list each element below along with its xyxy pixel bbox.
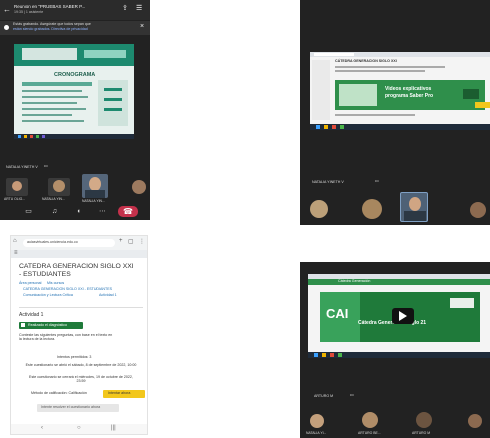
activity-title: Actividad 1 [19, 312, 44, 318]
course-title-1: CATEDRA GENERACION SIGLO XXI [19, 263, 134, 270]
back-arrow-icon[interactable]: ← [3, 5, 11, 14]
q2-more-options-icon[interactable]: ••• [375, 179, 379, 184]
q2-shared-screen: CÁTEDRA GENERACION SIGLO XXI Videos expl… [310, 52, 490, 130]
participant-thumb-2[interactable] [48, 178, 70, 196]
nav-recent-icon[interactable]: ||| [111, 425, 116, 431]
participant-avatar-4[interactable] [132, 180, 146, 194]
slide-title: CRONOGRAMA [54, 72, 96, 78]
start-attempt-label: Intentar ahora [108, 391, 131, 395]
q2-banner-title-1: Videos explicativos [385, 86, 432, 92]
q1-teams-call: ← Reunión en "PRUEBAS SABER P... 19:35 |… [0, 0, 150, 220]
q4-participant-name-2: ARTURO BE... [358, 431, 381, 435]
url-bar[interactable]: aulasvirtuales.uniciencia.edu.co [23, 239, 115, 247]
hamburger-icon[interactable]: ≡ [14, 250, 18, 256]
q4-participant-1[interactable] [310, 414, 324, 428]
done-badge-label: Realizado el diagnóstico [28, 322, 67, 327]
record-icon [4, 25, 9, 30]
browser-menu-icon[interactable]: ⋮ [139, 238, 145, 245]
q1-speaker-name: NATALIA YINETH V [6, 165, 38, 169]
q2-teams-desktop: CÁTEDRA GENERACION SIGLO XXI Videos expl… [300, 0, 490, 225]
android-nav: ‹ ○ ||| [11, 424, 147, 434]
recording-banner-line2[interactable]: están siendo grabados. Directiva de priv… [13, 27, 88, 32]
more-options-icon[interactable]: ••• [44, 164, 48, 169]
hangup-button[interactable]: ☎ [118, 206, 138, 217]
q2-participant-4[interactable] [470, 202, 486, 218]
participant-thumb-1[interactable] [6, 178, 28, 196]
breadcrumb-2[interactable]: Mis cursos [47, 281, 64, 286]
hangup-icon: ☎ [123, 207, 133, 216]
q4-participant-2[interactable] [362, 412, 378, 428]
quiz-closes: Este cuestionario se cerrará el miércole… [29, 375, 133, 383]
q4-speaker-name: ARTURO M [314, 394, 334, 398]
speaker-icon[interactable]: ◖ [74, 208, 83, 215]
meeting-subtitle: 19:35 | 1 asistente [14, 10, 44, 14]
q2-participant-2[interactable] [362, 199, 382, 219]
q2-participant-1[interactable] [310, 200, 328, 218]
q4-participant-name-3: ARTURO M [412, 431, 431, 435]
q4-banner-small: Cátedra Generación [338, 279, 371, 283]
nav-home-icon[interactable]: ○ [77, 425, 81, 431]
q2-page-heading: CÁTEDRA GENERACION SIGLO XXI [335, 59, 397, 63]
q4-teams-video: Cátedra Generación CAI Cátedra Generació… [300, 262, 490, 438]
camera-icon[interactable]: ▭ [24, 208, 33, 215]
q4-more-options-icon[interactable]: ••• [350, 393, 354, 398]
q2-video-banner[interactable]: Videos explicativos programa Saber Pro [335, 80, 485, 110]
q3-moodle-page: ⌂ aulasvirtuales.uniciencia.edu.co + ▢ ⋮… [10, 235, 148, 435]
home-icon[interactable]: ⌂ [13, 238, 17, 244]
done-badge: Realizado el diagnóstico [19, 322, 83, 329]
q4-shared-screen: Cátedra Generación CAI Cátedra Generació… [308, 274, 490, 358]
q3-browser-bar: ⌂ aulasvirtuales.uniciencia.edu.co + ▢ ⋮ [11, 236, 147, 250]
q4-participant-3[interactable] [416, 412, 432, 428]
mic-icon[interactable]: ♫ [50, 208, 59, 215]
play-icon [399, 311, 407, 321]
recording-banner: Estás grabando. Asegúrate que todos sepa… [0, 21, 150, 35]
cai-label: CAI [326, 306, 349, 321]
breadcrumb-3[interactable]: CATEDRA GENERACION SIGLO XXI - ESTUDIANT… [23, 287, 112, 292]
add-tab-icon[interactable]: + [119, 238, 123, 244]
attempt-quiz-button[interactable]: Intente resolver el cuestionario ahora [37, 404, 119, 412]
participant-name-2: NATALIA YIN... [42, 197, 65, 201]
play-button[interactable] [392, 308, 414, 324]
start-attempt-button[interactable]: Intentar ahora [103, 390, 145, 398]
q1-top-bar: ← Reunión en "PRUEBAS SABER P... 19:35 |… [0, 0, 150, 20]
windows-taskbar [14, 134, 134, 139]
url-text: aulasvirtuales.uniciencia.edu.co [27, 240, 78, 244]
more-icon[interactable]: ⋯ [98, 208, 107, 215]
tabs-icon[interactable]: ▢ [128, 238, 134, 245]
attempt-quiz-label: Intente resolver el cuestionario ahora [41, 405, 101, 409]
participant-thumb-3[interactable] [82, 174, 108, 198]
people-icon[interactable]: ☰ [136, 4, 142, 12]
q4-participant-name-1: NATALIA YI... [306, 431, 327, 435]
quiz-opened: Este cuestionario se abrió el sábado, 8 … [25, 363, 137, 367]
q4-video-player[interactable]: CAI Cátedra Generación Siglo 21 [320, 292, 480, 342]
moodle-header: ≡ [11, 250, 147, 258]
q2-yellow-tag [475, 102, 490, 108]
share-icon[interactable]: ⇪ [122, 4, 128, 12]
nav-back-icon[interactable]: ‹ [41, 425, 43, 431]
breadcrumb-1[interactable]: Área personal [19, 281, 41, 286]
close-icon[interactable]: × [140, 23, 144, 30]
breadcrumb-4[interactable]: Comunicación y Lectura Crítica [23, 293, 73, 298]
shared-slide: CRONOGRAMA [14, 44, 134, 134]
q2-participant-3[interactable] [400, 192, 428, 222]
attempts-allowed: Intentos permitidos: 3 [57, 355, 92, 359]
breadcrumb: Área personal Mis cursos CATEDRA GENERAC… [19, 281, 143, 306]
instructions-text: Conteste las siguientes preguntas, con b… [19, 333, 113, 341]
grading-method: Método de calificación: Calificación [31, 391, 87, 395]
q2-speaker-name: NATALIA YINETH V [312, 180, 344, 184]
breadcrumb-5[interactable]: Actividad 1 [99, 293, 117, 298]
course-title-2: - ESTUDIANTES [19, 271, 71, 278]
done-badge-icon [21, 323, 25, 327]
participant-name-3: NATALIA YIN... [82, 199, 105, 203]
q4-participant-4[interactable] [468, 414, 482, 428]
participant-name-1: ARTU OLIG... [4, 197, 26, 201]
q2-banner-title-2: programa Saber Pro [385, 93, 434, 99]
